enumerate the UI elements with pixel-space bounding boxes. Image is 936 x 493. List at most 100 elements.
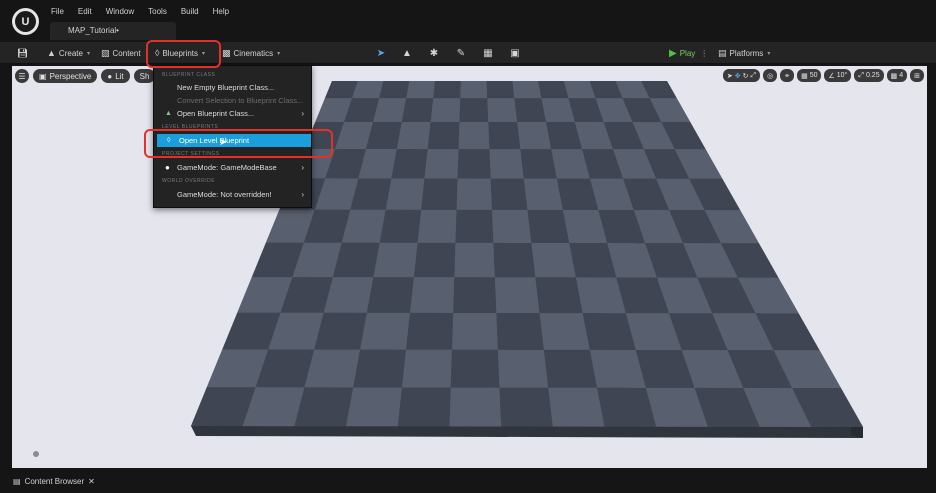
select-mode-icon[interactable]: ➤ bbox=[374, 46, 388, 60]
transform-tools[interactable]: ➤ ✥ ↻ ⤢ bbox=[722, 69, 761, 82]
world-local-toggle[interactable]: ◎ bbox=[763, 69, 778, 82]
floor-tile bbox=[459, 98, 489, 122]
floor-tile bbox=[535, 277, 583, 314]
chevron-down-icon: ▾ bbox=[767, 50, 771, 57]
floor-tile bbox=[413, 242, 456, 278]
blueprint-icon: ◊ bbox=[155, 48, 160, 58]
floor-tile bbox=[417, 209, 457, 243]
floor-tile bbox=[489, 149, 524, 179]
gamemode-project-setting[interactable]: ● GameMode: GameModeBase › bbox=[155, 161, 310, 174]
open-level-blueprint[interactable]: ◊ Open Level Blueprint bbox=[157, 134, 311, 147]
floor-tile bbox=[490, 178, 528, 210]
light-icon: ● bbox=[107, 71, 113, 81]
save-button[interactable]: 💾︎ bbox=[17, 45, 28, 61]
floor-tile bbox=[430, 98, 461, 122]
floor-tile bbox=[499, 387, 553, 427]
viewport-menu-button[interactable]: ☰ bbox=[15, 69, 29, 83]
grid-icon: ▦ bbox=[801, 72, 808, 80]
menu-help[interactable]: Help bbox=[206, 6, 236, 17]
foliage-mode-icon[interactable]: ✱ bbox=[427, 46, 441, 60]
create-button[interactable]: ▲ Create ▾ bbox=[47, 45, 90, 61]
open-class-label: Open Blueprint Class... bbox=[177, 109, 255, 118]
unreal-logo-icon[interactable]: U bbox=[12, 8, 39, 35]
menu-build[interactable]: Build bbox=[174, 6, 206, 17]
menu-tools[interactable]: Tools bbox=[141, 6, 174, 17]
open-blueprint-class[interactable]: ▲ Open Blueprint Class... › bbox=[155, 107, 310, 120]
content-label: Content bbox=[112, 48, 141, 58]
floor-tile bbox=[397, 387, 451, 427]
save-icon: 💾︎ bbox=[17, 47, 29, 58]
floor-tile bbox=[379, 81, 410, 99]
mesh-paint-mode-icon[interactable]: ✎ bbox=[454, 46, 468, 60]
main-toolbar: 💾︎ ▲ Create ▾ ▧ Content ◊ Blueprints ▾ ▩ C… bbox=[0, 42, 936, 64]
landscape-mode-icon[interactable]: ▲ bbox=[400, 46, 414, 60]
angle-icon: ∠ bbox=[828, 72, 835, 80]
floor-tile bbox=[410, 277, 455, 313]
floor-tile bbox=[455, 209, 494, 243]
grid-snap-button[interactable]: ▦ 50 bbox=[797, 69, 822, 82]
floor-tile bbox=[514, 98, 546, 122]
mouse-cursor-icon: ➤ bbox=[219, 137, 228, 148]
gamemode-world-override[interactable]: GameMode: Not overridden! › bbox=[155, 188, 310, 201]
floor-tile bbox=[373, 242, 418, 278]
platforms-label: Platforms bbox=[729, 48, 764, 58]
scale-snap-button[interactable]: ⤢ 0.25 bbox=[854, 69, 884, 82]
gamemode-override-label: GameMode: Not overridden! bbox=[177, 190, 272, 199]
camera-speed-button[interactable]: ▩ 4 bbox=[886, 69, 908, 82]
cube-icon: ▣ bbox=[39, 71, 47, 81]
floor-tile bbox=[488, 122, 521, 150]
lit-button[interactable]: ● Lit bbox=[101, 69, 130, 83]
cinematics-button[interactable]: ▩ Cinematics ▾ bbox=[222, 45, 280, 61]
floor-tile bbox=[402, 349, 452, 388]
menu-edit[interactable]: Edit bbox=[71, 6, 99, 17]
checkered-floor bbox=[191, 81, 863, 438]
axis-indicator-icon bbox=[33, 451, 39, 457]
camera-speed-value: 4 bbox=[899, 72, 904, 79]
floor-tile bbox=[379, 209, 422, 243]
section-level-blueprints: LEVEL BLUEPRINTS bbox=[162, 124, 219, 130]
section-blueprint-class: BLUEPRINT CLASS bbox=[162, 72, 216, 78]
close-icon[interactable]: ✕ bbox=[88, 477, 95, 486]
maximize-viewport-button[interactable]: ⊞ bbox=[910, 69, 924, 82]
chevron-right-icon: › bbox=[301, 109, 304, 118]
blueprint-class-icon: ▲ bbox=[165, 110, 172, 117]
menu-bar: File Edit Window Tools Build Help bbox=[44, 6, 236, 17]
play-button[interactable]: ▶ Play ⋮ bbox=[669, 45, 708, 61]
angle-snap-button[interactable]: ∠ 10° bbox=[824, 69, 852, 82]
floor-tile bbox=[294, 387, 354, 427]
lit-label: Lit bbox=[115, 71, 124, 81]
scale-snap-value: 0.25 bbox=[865, 72, 880, 79]
platforms-button[interactable]: ▤ Platforms ▾ bbox=[718, 45, 770, 61]
viewport-left-controls: ☰ ▣ Perspective ● Lit Sh bbox=[15, 69, 156, 83]
new-empty-blueprint-class[interactable]: New Empty Blueprint Class... bbox=[155, 81, 310, 94]
gamemode-label: GameMode: GameModeBase bbox=[177, 163, 277, 172]
more-options-icon[interactable]: ⋮ bbox=[700, 49, 708, 58]
floor-tile bbox=[497, 349, 549, 388]
floor-tile bbox=[452, 313, 498, 350]
floor-tile bbox=[517, 122, 552, 150]
perspective-button[interactable]: ▣ Perspective bbox=[33, 69, 98, 83]
menu-window[interactable]: Window bbox=[99, 6, 141, 17]
floor-tile bbox=[346, 387, 402, 427]
fracture-mode-icon[interactable]: ▦ bbox=[481, 46, 495, 60]
perspective-label: Perspective bbox=[49, 71, 92, 81]
floor-tile bbox=[421, 178, 458, 210]
floor-tile bbox=[512, 81, 542, 99]
content-button[interactable]: ▧ Content bbox=[101, 45, 141, 61]
level-tab[interactable]: MAP_Tutorial• bbox=[50, 22, 176, 40]
level-viewport[interactable]: ☰ ▣ Perspective ● Lit Sh ➤ ✥ ↻ ⤢ ◎ ⚭ ▦ 50 ∠… bbox=[12, 66, 927, 468]
surface-snap-toggle[interactable]: ⚭ bbox=[780, 69, 795, 82]
modeling-mode-icon[interactable]: ▣ bbox=[508, 46, 522, 60]
chevron-right-icon: › bbox=[301, 163, 304, 172]
content-browser-tab[interactable]: ▤ Content Browser ✕ bbox=[13, 473, 95, 489]
floor-tile bbox=[493, 242, 536, 278]
title-bar: U File Edit Window Tools Build Help MAP_… bbox=[0, 0, 936, 42]
blueprints-button[interactable]: ◊ Blueprints ▾ bbox=[155, 45, 205, 61]
chevron-down-icon: ▾ bbox=[86, 50, 90, 57]
create-icon: ▲ bbox=[47, 48, 56, 58]
chevron-down-icon: ▾ bbox=[277, 50, 281, 57]
menu-file[interactable]: File bbox=[44, 6, 71, 17]
select-cursor-icon: ➤ bbox=[726, 72, 733, 80]
play-label: Play bbox=[679, 48, 696, 58]
floor-tile bbox=[457, 149, 491, 179]
